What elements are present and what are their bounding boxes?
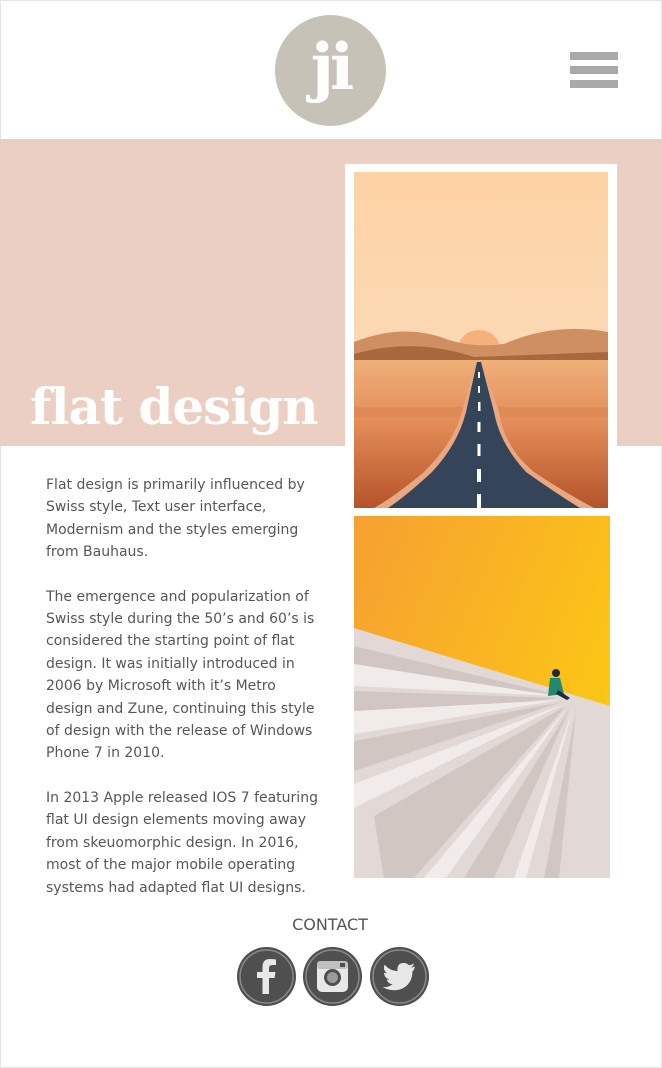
article-paragraph: Flat design is primarily influenced by S… [46, 477, 305, 561]
twitter-button[interactable] [370, 947, 429, 1006]
page-title: flat design [30, 377, 319, 436]
site-logo[interactable]: ji [275, 15, 386, 126]
article-paragraph: The emergence and popularization of Swis… [46, 588, 315, 762]
road-illustration [345, 164, 617, 516]
instagram-icon [305, 949, 360, 1004]
stairs-image [354, 516, 610, 878]
menu-bar [570, 52, 618, 60]
facebook-button[interactable] [237, 947, 296, 1006]
menu-bar [570, 66, 618, 74]
facebook-icon [239, 949, 294, 1004]
article-paragraph: In 2013 Apple released IOS 7 featuring f… [46, 789, 318, 896]
article-body: Flat design is primarily influenced by S… [46, 474, 321, 921]
logo-text: ji [310, 30, 355, 105]
menu-bar [570, 80, 618, 88]
contact-label: CONTACT [292, 915, 368, 934]
twitter-icon [372, 949, 427, 1004]
instagram-button[interactable] [303, 947, 362, 1006]
hamburger-icon[interactable] [570, 52, 618, 88]
road-image [354, 172, 608, 508]
